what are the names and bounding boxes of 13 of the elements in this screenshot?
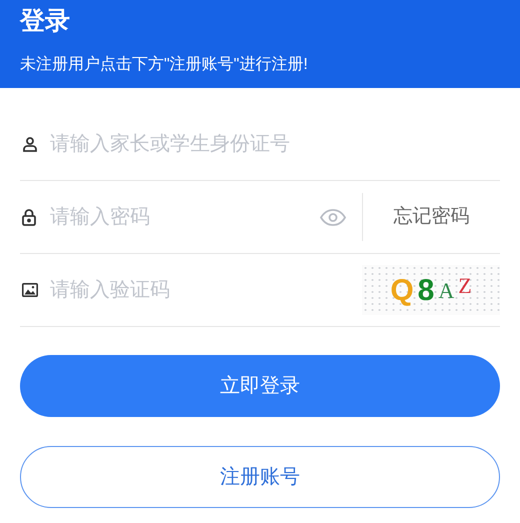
eye-icon[interactable] bbox=[320, 208, 346, 226]
password-field[interactable]: 请输入密码 bbox=[50, 195, 320, 239]
register-button[interactable]: 注册账号 bbox=[20, 446, 500, 508]
id-number-field[interactable]: 请输入家长或学生身份证号 bbox=[50, 122, 500, 166]
forgot-password-link[interactable]: 忘记密码 bbox=[363, 202, 500, 232]
register-hint: 未注册用户点击下方"注册账号"进行注册! bbox=[20, 54, 309, 75]
page-title: 登录 bbox=[20, 6, 71, 37]
lock-icon bbox=[22, 208, 36, 226]
captcha-field[interactable]: 请输入验证码 bbox=[50, 268, 362, 312]
person-icon bbox=[22, 136, 38, 152]
captcha-image[interactable]: Q8 A Z bbox=[362, 265, 500, 315]
login-button[interactable]: 立即登录 bbox=[20, 355, 500, 417]
image-icon bbox=[22, 283, 38, 297]
